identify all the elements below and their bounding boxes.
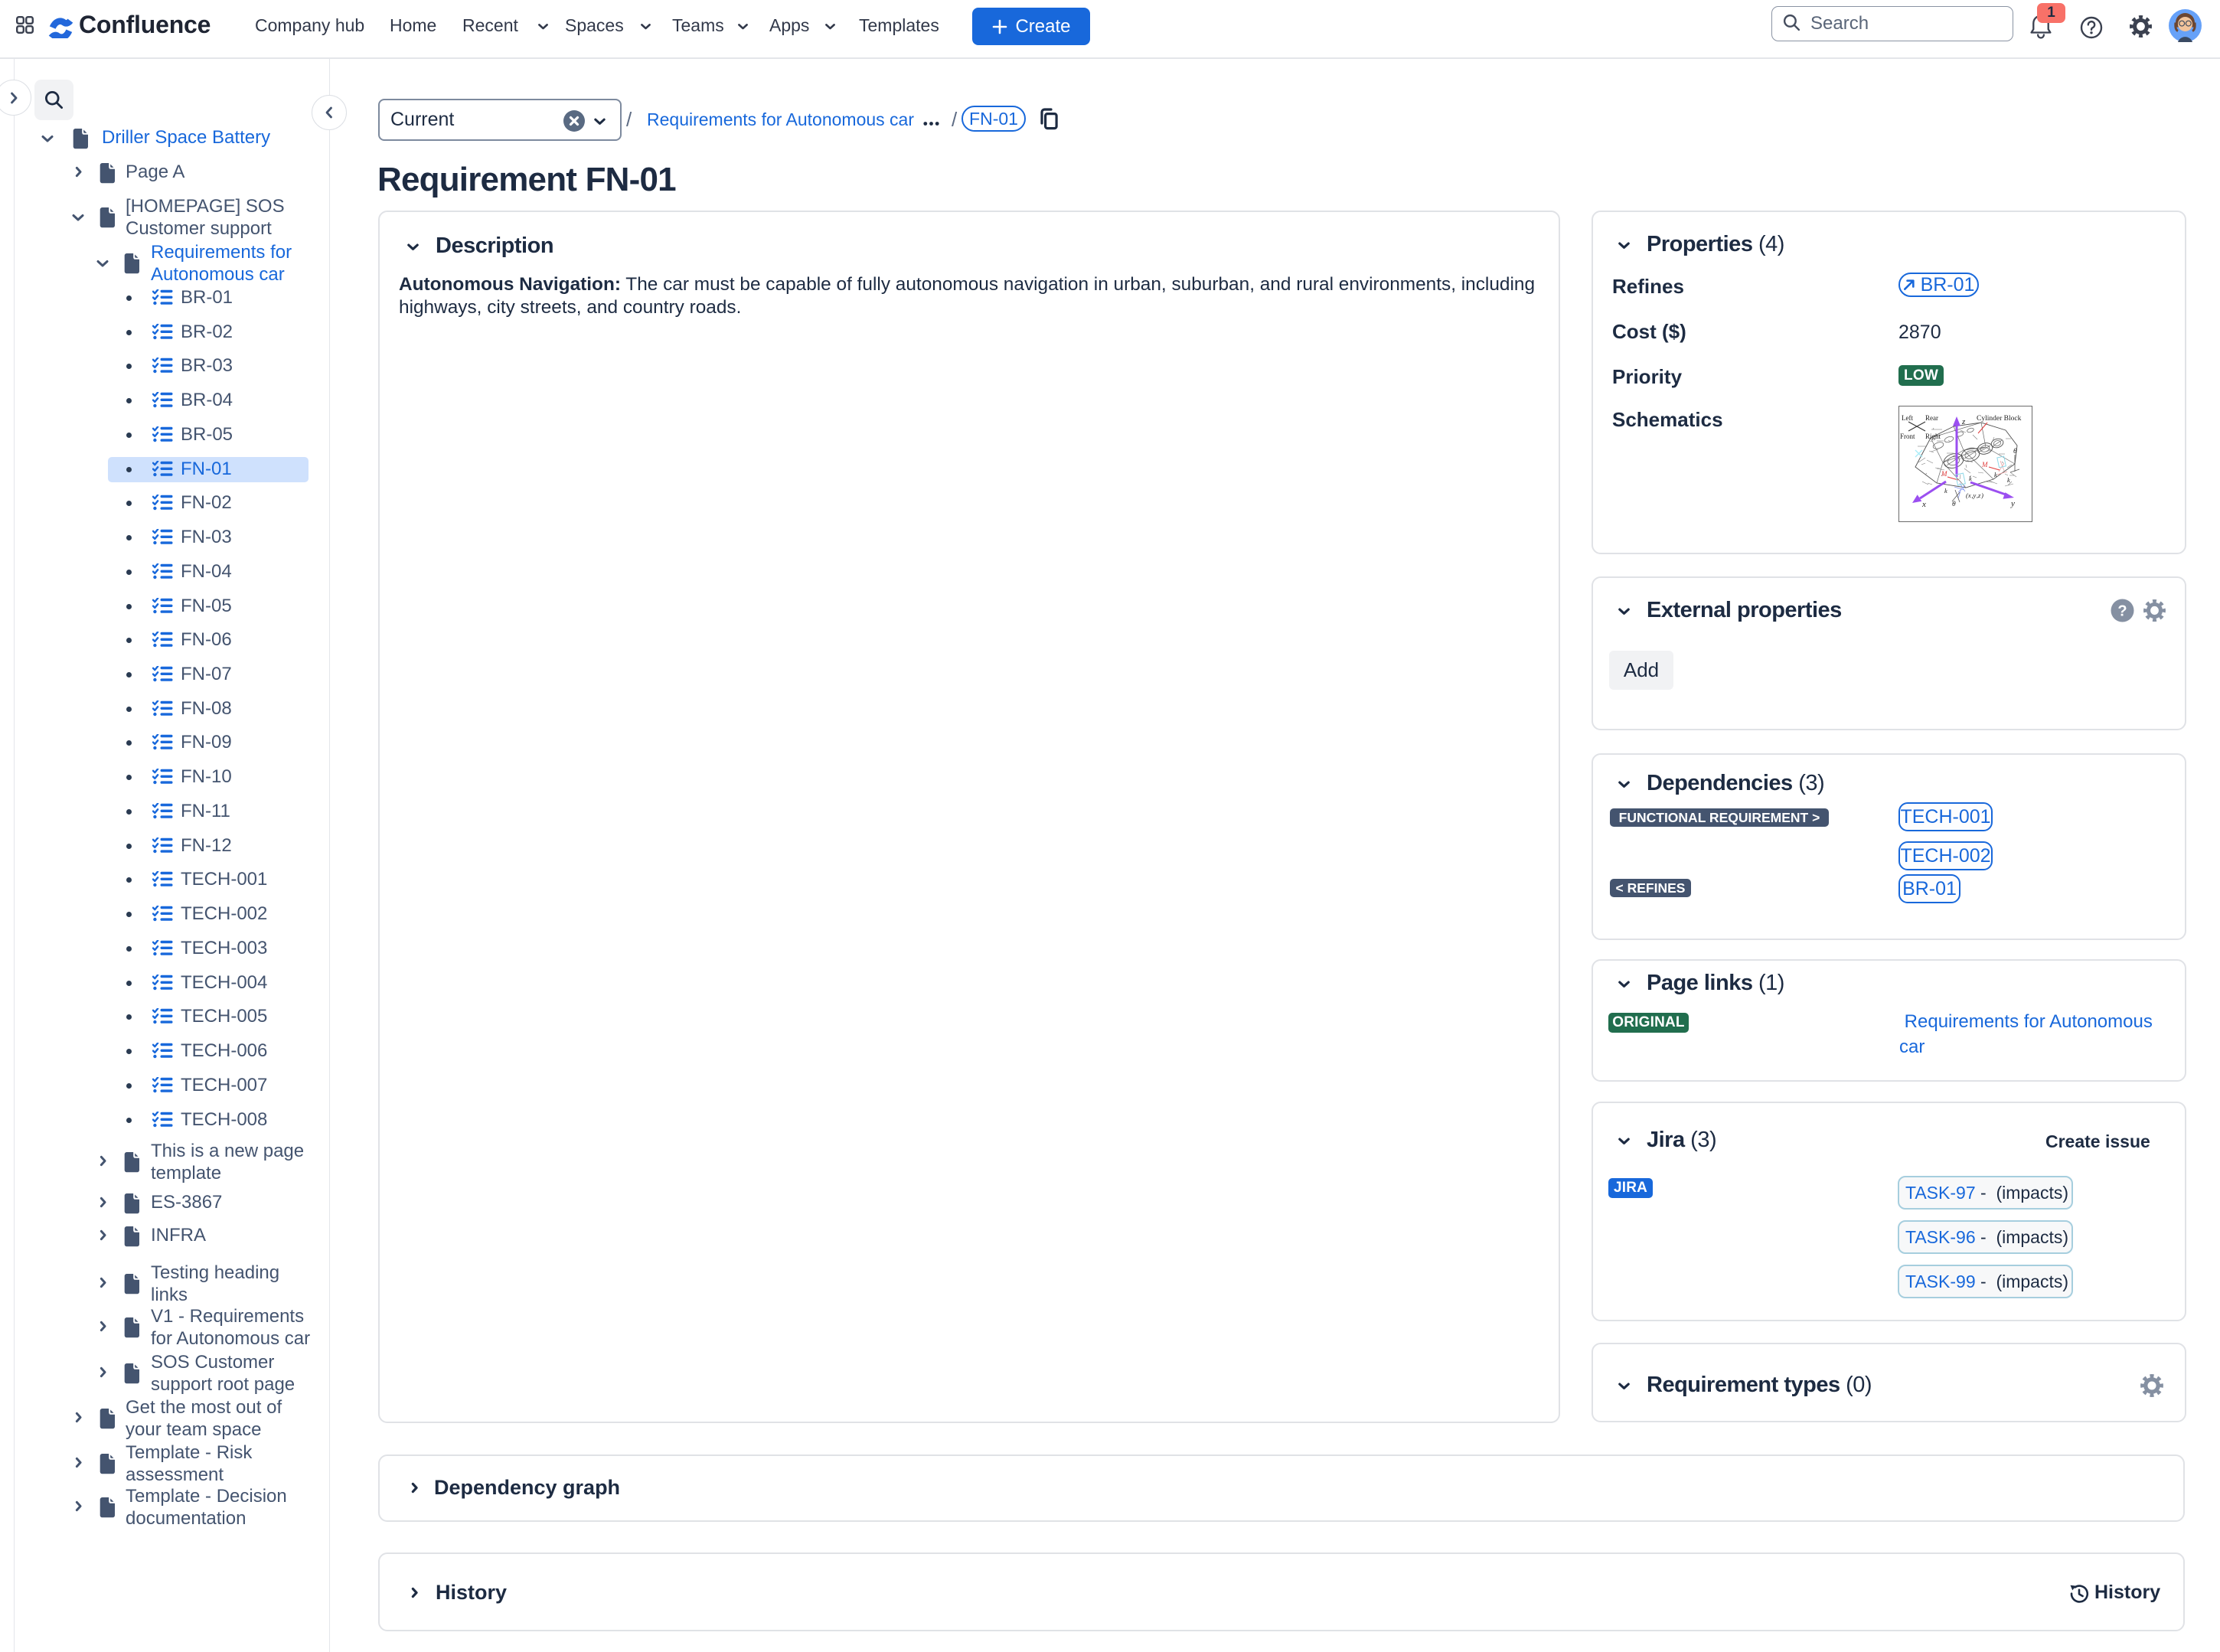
svg-text:Right: Right — [1925, 433, 1941, 440]
svg-text:k: k — [1944, 487, 1947, 495]
svg-text:θ: θ — [2013, 448, 2017, 455]
svg-text:Front: Front — [1900, 433, 1915, 440]
svg-text:k: k — [1969, 475, 1972, 482]
svg-text:k: k — [1994, 471, 1997, 478]
svg-text:z: z — [1961, 417, 1966, 426]
svg-text:k: k — [2007, 476, 2010, 484]
svg-text:M: M — [1981, 461, 1988, 469]
svg-text:y: y — [2010, 499, 2015, 508]
svg-text:(x ,y ,z ): (x ,y ,z ) — [1966, 491, 1983, 499]
svg-text:Cylinder Block: Cylinder Block — [1977, 415, 2022, 423]
svg-text:Left: Left — [1902, 414, 1913, 422]
svg-text:Rear: Rear — [1925, 414, 1938, 422]
svg-text:x: x — [1921, 500, 1926, 509]
svg-text:M: M — [1941, 470, 1947, 478]
svg-text:?: ? — [2117, 603, 2127, 620]
svg-text:θ: θ — [1952, 501, 1956, 508]
